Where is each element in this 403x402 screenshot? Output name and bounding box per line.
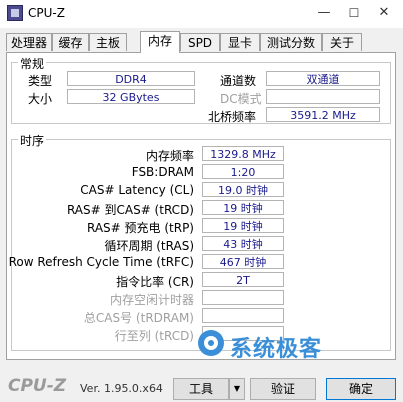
timing-label: RAS# 到CAS# (tRCD) — [66, 203, 194, 217]
channel-label: 通道数 — [220, 74, 257, 88]
watermark-text: 系统极客 — [230, 337, 323, 362]
timing-label: 内存频率 — [145, 149, 194, 163]
title-bar: CPU-Z — ☐ ✕ — [0, 0, 403, 28]
tab-memory[interactable]: 内存 — [140, 31, 180, 53]
timing-label: RAS# 预充电 (tRP) — [86, 221, 194, 235]
timings-group: 时序 内存频率 1329.8 MHz FSB:DRAM 1:20 CAS# Latenc… — [8, 132, 391, 351]
memory-panel: 常规 类型 DDR4 大小 32 GBytes 通道数 双通道 DC模式 北桥频… — [6, 52, 396, 360]
timing-label: CAS# Latency (CL) — [80, 183, 194, 197]
tab-about[interactable]: 关于 — [322, 33, 362, 51]
tab-graphics[interactable]: 显卡 — [220, 33, 260, 51]
nb-freq-label: 北桥频率 — [208, 110, 257, 124]
type-label: 类型 — [28, 74, 53, 88]
close-button[interactable]: ✕ — [372, 4, 396, 22]
maximize-button[interactable]: ☐ — [342, 4, 366, 22]
size-value: 32 GBytes — [67, 89, 195, 104]
version-text: Ver. 1.95.0.x64 — [80, 382, 163, 395]
timing-value: 467 时钟 — [202, 254, 284, 269]
nb-freq-value: 3591.2 MHz — [266, 107, 380, 122]
timings-group-title: 时序 — [18, 132, 47, 149]
timing-label: FSB:DRAM — [131, 165, 194, 179]
timing-value: 1:20 — [202, 164, 284, 179]
timing-label: 总CAS号 (tRDRAM) — [83, 311, 194, 325]
tab-cache[interactable]: 缓存 — [52, 33, 89, 51]
cpuz-logo: CPU-Z — [8, 376, 67, 396]
dc-mode-value — [266, 89, 380, 104]
dc-mode-label: DC模式 — [220, 92, 262, 106]
tab-mainboard[interactable]: 主板 — [89, 33, 127, 51]
footer-bar: CPU-Z Ver. 1.95.0.x64 工具 ▼ 验证 确定 — [0, 368, 403, 402]
timing-value: 43 时钟 — [202, 236, 284, 251]
timing-value: 19 时钟 — [202, 218, 284, 233]
timing-value: 19 时钟 — [202, 200, 284, 215]
timing-label: 指令比率 (CR) — [116, 275, 194, 289]
tab-bench[interactable]: 测试分数 — [260, 33, 322, 51]
timing-value: 2T — [202, 272, 284, 287]
timing-value: 19.0 时钟 — [202, 182, 284, 197]
timing-label: 行至列 (tRCD) — [114, 329, 194, 343]
validate-button[interactable]: 验证 — [250, 378, 316, 400]
timing-label: 循环周期 (tRAS) — [104, 239, 194, 253]
ok-button[interactable]: 确定 — [326, 378, 396, 400]
type-value: DDR4 — [67, 71, 195, 86]
general-group-title: 常规 — [18, 55, 47, 72]
cpuz-app-icon — [7, 5, 23, 21]
timing-value: 1329.8 MHz — [202, 146, 284, 161]
window-title: CPU-Z — [28, 6, 65, 20]
tools-button[interactable]: 工具 — [173, 378, 229, 400]
timing-label: Row Refresh Cycle Time (tRFC) — [8, 255, 194, 269]
size-label: 大小 — [28, 92, 53, 106]
tab-spd[interactable]: SPD — [180, 33, 220, 51]
tools-dropdown-icon[interactable]: ▼ — [229, 378, 245, 400]
timing-label: 内存空闲计时器 — [109, 293, 194, 307]
minimize-button[interactable]: — — [312, 4, 336, 22]
timing-value — [202, 308, 284, 323]
timing-value — [202, 290, 284, 305]
watermark-logo-icon — [198, 330, 224, 356]
general-group: 常规 类型 DDR4 大小 32 GBytes 通道数 双通道 DC模式 北桥频… — [11, 55, 391, 124]
tab-processor[interactable]: 处理器 — [6, 33, 52, 51]
channel-value: 双通道 — [266, 71, 380, 86]
